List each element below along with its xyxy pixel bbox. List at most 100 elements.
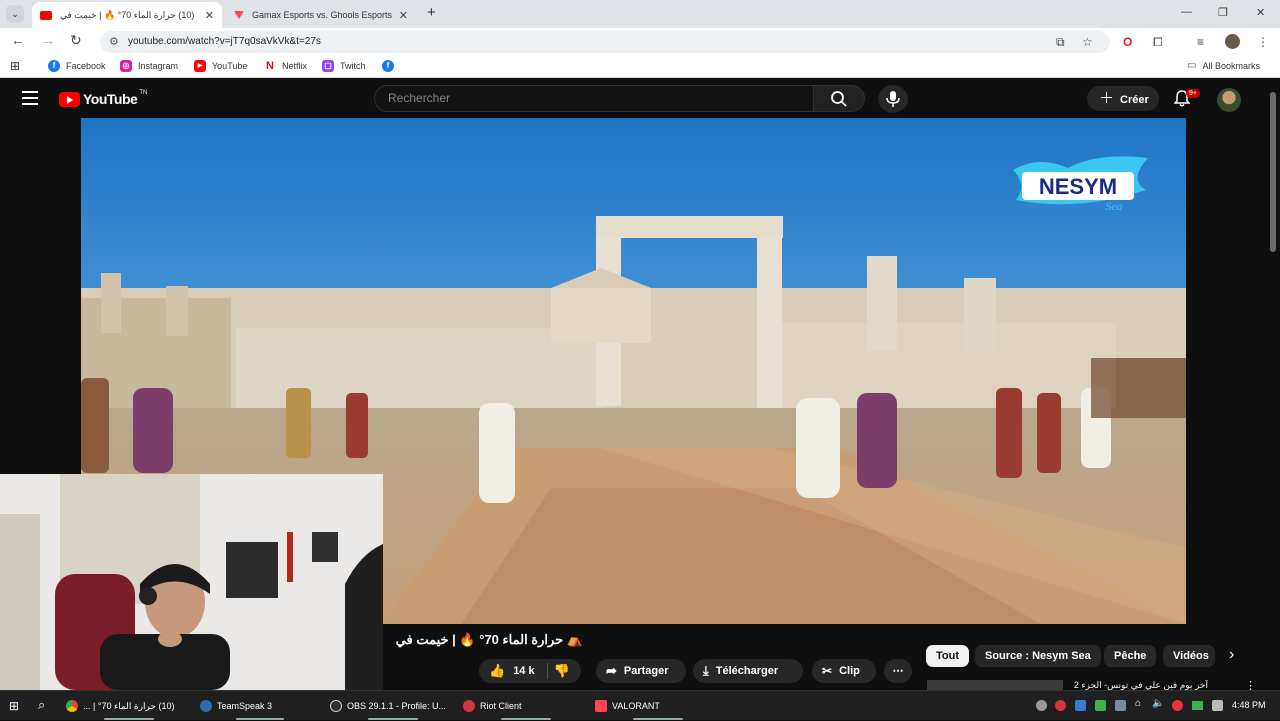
folder-icon: ▭	[1187, 60, 1197, 71]
teamspeak-icon	[200, 700, 212, 712]
extensions-icon[interactable]: ⧠	[1153, 35, 1163, 50]
account-avatar[interactable]	[1217, 88, 1241, 112]
youtube-play-icon	[59, 91, 80, 107]
clip-label: Clip	[839, 665, 860, 677]
restore-icon[interactable]: ❐	[1218, 6, 1228, 19]
reload-icon[interactable]: ↻	[70, 32, 82, 49]
bookmark-facebook-2[interactable]: f	[382, 60, 400, 72]
recommended-video-thumbnail[interactable]	[927, 680, 1063, 690]
windows-start-icon[interactable]: ⊞	[9, 699, 19, 713]
address-bar[interactable]: ⚙ youtube.com/watch?v=jT7q0saVkVk&t=27s	[100, 31, 1110, 53]
bookmark-star-icon[interactable]: ☆	[1082, 35, 1093, 49]
youtube-header: YouTube TN Rechercher ＋ Créer 9+	[0, 80, 1280, 118]
tab-search-button[interactable]: ⌄	[6, 5, 24, 23]
download-icon: ⤓	[703, 663, 709, 678]
new-tab-button[interactable]: +	[427, 4, 436, 21]
profile-avatar-icon[interactable]	[1225, 34, 1240, 49]
windows-taskbar: ⊞ ⌕ (10) حرارة الماء 70° | ... TeamSpeak…	[0, 690, 1280, 720]
streamer-webcam-overlay	[0, 474, 383, 690]
tray-app-icon[interactable]	[1036, 700, 1047, 711]
bookmark-facebook[interactable]: f Facebook	[48, 60, 106, 72]
browser-menu-icon[interactable]: ⋮	[1257, 35, 1269, 49]
taskbar-search-icon[interactable]: ⌕	[38, 697, 45, 713]
tray-app-icon[interactable]	[1192, 701, 1203, 710]
taskbar-label: VALORANT	[612, 701, 660, 711]
taskbar-label: TeamSpeak 3	[217, 701, 273, 711]
svg-text:NESYM: NESYM	[1039, 174, 1117, 199]
share-label: Partager	[623, 665, 669, 677]
chip-peche[interactable]: Pêche	[1104, 645, 1157, 667]
network-icon[interactable]: ⌂	[1135, 698, 1141, 709]
taskbar-label: OBS 29.1.1 - Profile: U...	[347, 701, 447, 711]
more-actions-button[interactable]: ⋯	[884, 659, 912, 683]
taskbar-valorant[interactable]: VALORANT	[595, 691, 720, 721]
bookmark-label: Twitch	[340, 61, 366, 71]
search-button[interactable]	[813, 85, 865, 112]
apps-grid-icon[interactable]: ⊞	[10, 59, 20, 73]
close-tab-icon[interactable]: ✕	[399, 9, 408, 22]
search-icon	[831, 91, 847, 107]
page-scrollbar[interactable]	[1270, 92, 1276, 252]
bookmark-youtube[interactable]: ▶ YouTube	[194, 60, 247, 72]
tray-app-icon[interactable]	[1075, 700, 1086, 711]
close-window-icon[interactable]: ✕	[1256, 6, 1265, 19]
bookmark-netflix[interactable]: N Netflix	[264, 60, 307, 72]
bookmark-label: Netflix	[282, 61, 308, 71]
create-button[interactable]: ＋ Créer	[1087, 86, 1159, 111]
chevron-right-icon[interactable]: ›	[1229, 646, 1234, 664]
download-button[interactable]: ⤓ Télécharger	[693, 659, 803, 683]
bookmark-instagram[interactable]: ◎ Instagram	[120, 60, 178, 72]
microphone-icon	[886, 91, 900, 107]
forward-arrow-icon[interactable]: →	[41, 32, 55, 48]
chrome-icon	[66, 700, 78, 712]
media-controls-icon[interactable]: ≡	[1197, 35, 1204, 49]
logo-country: TN	[139, 90, 148, 96]
facebook-icon: f	[382, 60, 394, 72]
close-tab-icon[interactable]: ✕	[205, 9, 214, 22]
back-arrow-icon[interactable]: ←	[11, 32, 25, 48]
opera-extension-icon[interactable]: O	[1123, 35, 1132, 49]
tray-app-icon[interactable]	[1095, 700, 1106, 711]
youtube-icon: ▶	[194, 60, 206, 72]
hamburger-menu-icon[interactable]	[22, 91, 38, 105]
search-input[interactable]: Rechercher	[374, 85, 814, 112]
youtube-logo[interactable]: YouTube TN	[59, 90, 148, 107]
clip-button[interactable]: ✂ Clip	[812, 659, 876, 683]
url-text: youtube.com/watch?v=jT7q0saVkVk&t=27s	[128, 36, 321, 47]
voice-search-button[interactable]	[878, 85, 908, 113]
volume-icon[interactable]: 🔈	[1152, 698, 1164, 709]
taskbar-teamspeak[interactable]: TeamSpeak 3	[200, 691, 320, 721]
taskbar-obs[interactable]: OBS 29.1.1 - Profile: U...	[330, 691, 455, 721]
site-info-icon[interactable]: ⚙	[109, 31, 119, 53]
system-clock[interactable]: 4:48 PM	[1232, 700, 1266, 710]
webcam-frame	[0, 474, 383, 690]
dislike-divider	[546, 663, 548, 679]
chip-videos[interactable]: Vidéos	[1163, 645, 1215, 667]
tab-gamax-esports[interactable]: Gamax Esports vs. Ghools Esports ✕	[226, 2, 416, 28]
install-app-icon[interactable]: ⧉	[1056, 35, 1065, 50]
chip-source-nesym-sea[interactable]: Source : Nesym Sea	[975, 645, 1101, 667]
tray-app-icon[interactable]	[1055, 700, 1066, 711]
thumbs-down-icon[interactable]: 👎	[554, 659, 570, 683]
facebook-icon: f	[48, 60, 60, 72]
bookmark-label: Facebook	[66, 61, 106, 71]
like-count: 14 k	[513, 665, 535, 677]
share-button[interactable]: ➦ Partager	[596, 659, 686, 683]
tray-app-icon[interactable]	[1212, 700, 1223, 711]
taskbar-riot-client[interactable]: Riot Client	[463, 691, 588, 721]
tray-app-icon[interactable]	[1115, 700, 1126, 711]
more-icon: ⋯	[892, 665, 904, 677]
tab-youtube-video[interactable]: (10) حرارة الماء 70° 🔥 | خيمت في ✕	[32, 2, 222, 28]
bookmark-label: Instagram	[138, 61, 179, 71]
bookmarks-bar: ⊞ f Facebook ◎ Instagram ▶ YouTube N Net…	[0, 56, 1280, 78]
chip-tout[interactable]: Tout	[926, 645, 970, 667]
minimize-icon[interactable]: —	[1181, 6, 1192, 18]
tray-app-icon[interactable]	[1172, 700, 1183, 711]
all-bookmarks-folder[interactable]: ▭ All Bookmarks	[1187, 60, 1260, 71]
bookmark-twitch[interactable]: ▢ Twitch	[322, 60, 366, 72]
like-button[interactable]: 👍 14 k 👎	[479, 659, 581, 683]
taskbar-chrome[interactable]: (10) حرارة الماء 70° | ...	[66, 691, 192, 721]
svg-text:Sea: Sea	[1105, 199, 1122, 213]
netflix-icon: N	[266, 60, 274, 72]
nesym-sea-watermark-logo: NESYM Sea	[1013, 156, 1148, 213]
